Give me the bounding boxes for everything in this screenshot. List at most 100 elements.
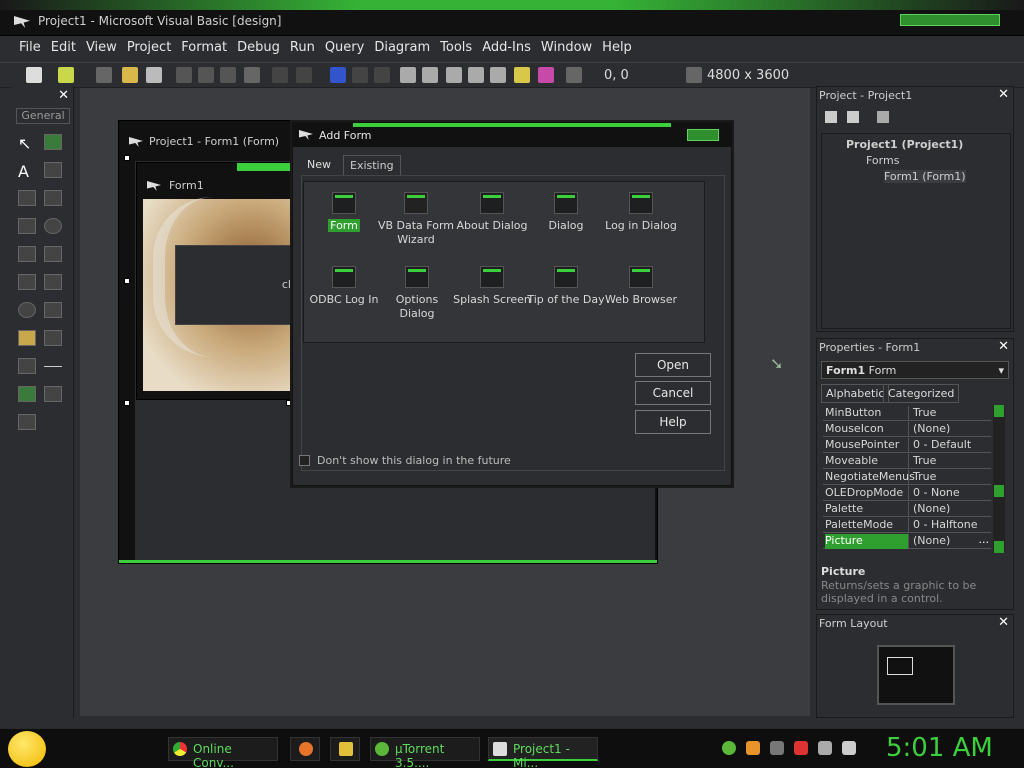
hscrollbar-tool-icon[interactable] [18,274,36,290]
close-icon[interactable]: ✕ [58,88,69,103]
properties-window-icon[interactable] [422,67,438,83]
toggle-folders-icon[interactable] [877,111,889,123]
menu-debug[interactable]: Debug [232,36,285,60]
tree-item-project1[interactable]: Project1 (Project1) [846,138,963,151]
picturebox-tool-icon[interactable] [44,134,62,150]
open-button[interactable]: Open [635,353,711,377]
form-layout-icon[interactable] [446,67,462,83]
taskbar-item-online-conv[interactable]: Online Conv... [168,737,278,768]
property-row[interactable]: PaletteMode 0 - Halftone [823,517,991,533]
template-item-vb-data-form-wizard[interactable]: VB Data Form Wizard [376,188,456,248]
data-view-icon[interactable] [514,67,530,83]
frame-tool-icon[interactable] [18,190,36,206]
component-manager-icon[interactable] [538,67,554,83]
form1-preview[interactable]: Form1 cli [136,162,299,400]
property-row[interactable]: NegotiateMenus True [823,469,991,485]
optionbutton-tool-icon[interactable] [44,218,62,234]
pointer-tool-icon[interactable]: ↖ [18,134,36,153]
menu-file[interactable]: File [14,36,46,60]
taskbar-item-project1[interactable]: Project1 - Mi... [488,737,598,768]
menu-tools[interactable]: Tools [435,36,477,60]
start-icon[interactable] [330,67,346,83]
object-browser-icon[interactable] [468,67,484,83]
scroll-thumb[interactable] [994,485,1004,497]
filelistbox-tool-icon[interactable] [44,330,62,346]
image-tool-icon[interactable] [18,386,36,402]
dont-show-checkbox[interactable] [299,455,310,466]
template-item-dialog[interactable]: Dialog [526,188,606,248]
drivelistbox-tool-icon[interactable] [44,302,62,318]
tab-new[interactable]: New [301,155,337,175]
property-row-selected[interactable]: Picture (None)... [823,533,991,549]
scroll-up-icon[interactable] [994,405,1004,417]
menu-view[interactable]: View [81,36,122,60]
menu-query[interactable]: Query [320,36,370,60]
template-item-splash-screen[interactable]: Splash Screen [452,262,532,322]
template-item-form[interactable]: Form [304,188,384,248]
copy-icon[interactable] [198,67,214,83]
window-controls[interactable] [900,14,1000,26]
start-button-smiley-icon[interactable] [8,731,46,767]
listbox-tool-icon[interactable] [44,246,62,262]
utorrent-tray-icon[interactable] [722,741,736,755]
toolbox-tab-general[interactable]: General [16,108,70,124]
tab-alphabetic[interactable]: Alphabetic [821,384,890,403]
menu-help[interactable]: Help [597,36,637,60]
dialog-window-controls[interactable] [687,129,719,141]
template-item-log-in-dialog[interactable]: Log in Dialog [601,188,681,248]
checkbox-tool-icon[interactable] [18,218,36,234]
menu-add-ins[interactable]: Add-Ins [477,36,536,60]
template-item-about-dialog[interactable]: About Dialog [452,188,532,248]
data-tool-icon[interactable] [44,386,62,402]
textbox-tool-icon[interactable] [44,162,62,178]
search-tray-icon[interactable] [746,741,760,755]
project-explorer-icon[interactable] [400,67,416,83]
break-icon[interactable] [352,67,368,83]
object-selector[interactable]: Form1 Form ▾ [821,361,1009,379]
commandbutton-tool-icon[interactable] [44,190,62,206]
form1-label-control[interactable]: cli [175,245,299,325]
resize-handle[interactable] [124,155,130,161]
tray-icon[interactable] [770,741,784,755]
cancel-button[interactable]: Cancel [635,381,711,405]
close-icon[interactable]: ✕ [998,87,1009,102]
taskbar-item-explorer[interactable] [330,737,360,761]
property-row[interactable]: Moveable True [823,453,991,469]
menu-project[interactable]: Project [122,36,176,60]
tree-item-form1[interactable]: Form1 (Form1) [884,170,966,183]
menu-diagram[interactable]: Diagram [369,36,435,60]
view-code-icon[interactable] [825,111,837,123]
network-tray-icon[interactable] [818,741,832,755]
add-form-icon[interactable] [58,67,74,83]
tab-existing[interactable]: Existing [343,155,401,175]
property-row[interactable]: MousePointer 0 - Default [823,437,991,453]
end-icon[interactable] [374,67,390,83]
property-row[interactable]: MinButton True [823,405,991,421]
vscrollbar-tool-icon[interactable] [44,274,62,290]
help-button[interactable]: Help [635,410,711,434]
combobox-tool-icon[interactable] [18,246,36,262]
volume-tray-icon[interactable] [842,741,856,755]
menu-editor-icon[interactable] [96,67,112,83]
template-item-tip-of-the-day[interactable]: Tip of the Day [526,262,606,322]
property-row[interactable]: OLEDropMode 0 - None [823,485,991,501]
taskbar-item-utorrent[interactable]: µTorrent 3.5.... [370,737,480,768]
menu-edit[interactable]: Edit [46,36,81,60]
tree-item-forms[interactable]: Forms [866,154,899,167]
menu-format[interactable]: Format [176,36,232,60]
menu-run[interactable]: Run [285,36,320,60]
find-icon[interactable] [244,67,260,83]
redo-icon[interactable] [296,67,312,83]
paste-icon[interactable] [220,67,236,83]
line-tool-icon[interactable] [44,366,62,368]
label-tool-icon[interactable]: A [18,162,36,181]
open-project-icon[interactable] [122,67,138,83]
property-row[interactable]: MouseIcon (None) [823,421,991,437]
undo-icon[interactable] [272,67,288,83]
template-item-odbc-log-in[interactable]: ODBC Log In [304,262,384,322]
save-project-icon[interactable] [146,67,162,83]
ellipsis-button[interactable]: ... [979,533,990,546]
cut-icon[interactable] [176,67,192,83]
menu-window[interactable]: Window [536,36,597,60]
dirlistbox-tool-icon[interactable] [18,330,36,346]
